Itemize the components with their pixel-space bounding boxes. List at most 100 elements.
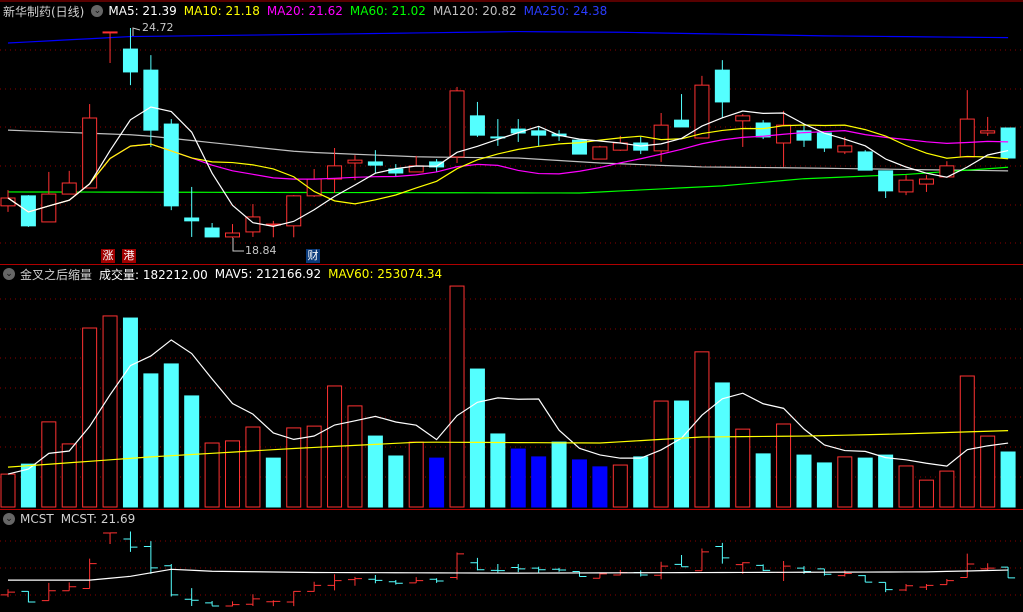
ohlc-bar — [878, 581, 893, 593]
ohlc-bar — [41, 582, 56, 602]
ohlc-bar — [837, 570, 852, 577]
volume-bar — [755, 453, 771, 508]
candle — [327, 148, 343, 193]
ohlc-bar — [960, 553, 975, 578]
ohlc-bar — [368, 575, 383, 584]
volume-bar — [469, 368, 485, 508]
volume-bar — [816, 462, 832, 508]
candle — [592, 145, 608, 160]
ohlc-bar — [715, 542, 730, 564]
ohlc-bar — [633, 570, 648, 577]
volume-bar — [878, 454, 894, 508]
ohlc-bar — [205, 601, 220, 607]
volume-bar — [571, 459, 587, 508]
ohlc-bar — [143, 541, 158, 574]
volume-bar — [959, 375, 975, 508]
ohlc-bar — [82, 558, 97, 590]
volume-bar — [551, 441, 567, 508]
volume-bar — [143, 373, 159, 508]
ohlc-bar — [123, 531, 138, 552]
candle — [714, 60, 730, 118]
ohlc-bar — [490, 563, 505, 574]
volume-bar — [735, 428, 751, 508]
ohlc-bar — [858, 575, 873, 583]
volume-bar — [592, 466, 608, 508]
volume-bar — [102, 315, 118, 508]
candle — [735, 114, 751, 147]
volume-bar — [245, 426, 261, 508]
candle — [918, 175, 934, 192]
volume-bar — [0, 473, 16, 508]
ohlc-bar — [511, 563, 526, 573]
candle — [1000, 127, 1016, 159]
ohlc-bar — [62, 582, 77, 592]
ohlc-bar — [286, 590, 301, 607]
volume-bar — [531, 456, 547, 508]
candle — [41, 171, 57, 223]
volume-bar — [510, 448, 526, 508]
candle — [347, 155, 363, 181]
candle — [367, 150, 383, 173]
volume-bar — [449, 285, 465, 508]
mcst-line — [8, 568, 1009, 581]
ma60-line — [7, 166, 1009, 194]
ohlc-bar — [429, 578, 444, 583]
ohlc-bar — [225, 601, 240, 607]
low-arrow-icon — [232, 238, 244, 252]
ohlc-bar — [388, 580, 403, 585]
ohlc-bar — [245, 594, 260, 606]
candle — [674, 94, 690, 128]
ohlc-bar — [756, 564, 771, 572]
volume-bar — [714, 382, 730, 508]
candle — [490, 119, 506, 146]
candle — [878, 170, 894, 198]
ma20-line — [7, 130, 1009, 213]
candle — [469, 101, 485, 137]
volume-bar — [61, 443, 77, 508]
ohlc-bar — [307, 581, 322, 592]
volume-bar — [837, 456, 853, 508]
candle — [980, 116, 996, 136]
volume-bar — [796, 454, 812, 508]
event-marker[interactable]: 财 — [306, 249, 320, 263]
volume-bar — [367, 435, 383, 508]
high-arrow-icon — [132, 27, 141, 36]
ohlc-bar — [919, 583, 934, 590]
volume-bar — [429, 457, 445, 508]
candle — [898, 175, 914, 196]
event-marker[interactable]: 港 — [122, 249, 136, 263]
low-price-annotation: 18.84 — [245, 244, 277, 257]
candle — [408, 155, 424, 173]
candle — [449, 86, 465, 163]
candle — [857, 150, 873, 171]
volume-bar — [306, 425, 322, 508]
volume-bar — [939, 470, 955, 508]
volume-bar — [490, 433, 506, 508]
volume-bar — [653, 400, 669, 508]
kline-chart[interactable] — [0, 0, 1023, 612]
ohlc-bar — [552, 567, 567, 572]
volume-bar — [184, 395, 200, 508]
candle — [959, 90, 975, 158]
volume-bar — [408, 441, 424, 508]
candle — [102, 31, 118, 63]
volume-bar — [612, 464, 628, 508]
ohlc-bar — [1001, 566, 1016, 579]
volume-bar — [82, 327, 98, 508]
volume-bar — [694, 351, 710, 508]
ohlc-bar — [327, 574, 342, 591]
ohlc-bar — [899, 583, 914, 592]
volume-bar — [388, 455, 404, 508]
ohlc-bar — [674, 555, 689, 568]
volume-bar — [857, 457, 873, 508]
ohlc-bar — [654, 561, 669, 580]
candle — [245, 204, 261, 237]
event-marker[interactable]: 涨 — [101, 249, 115, 263]
volume-bar — [898, 465, 914, 508]
candle — [510, 119, 526, 142]
ohlc-bar — [980, 563, 995, 570]
volume-bar — [1000, 451, 1016, 508]
candle — [225, 224, 241, 238]
ohlc-bar — [21, 590, 36, 603]
volume-bar — [225, 440, 241, 508]
